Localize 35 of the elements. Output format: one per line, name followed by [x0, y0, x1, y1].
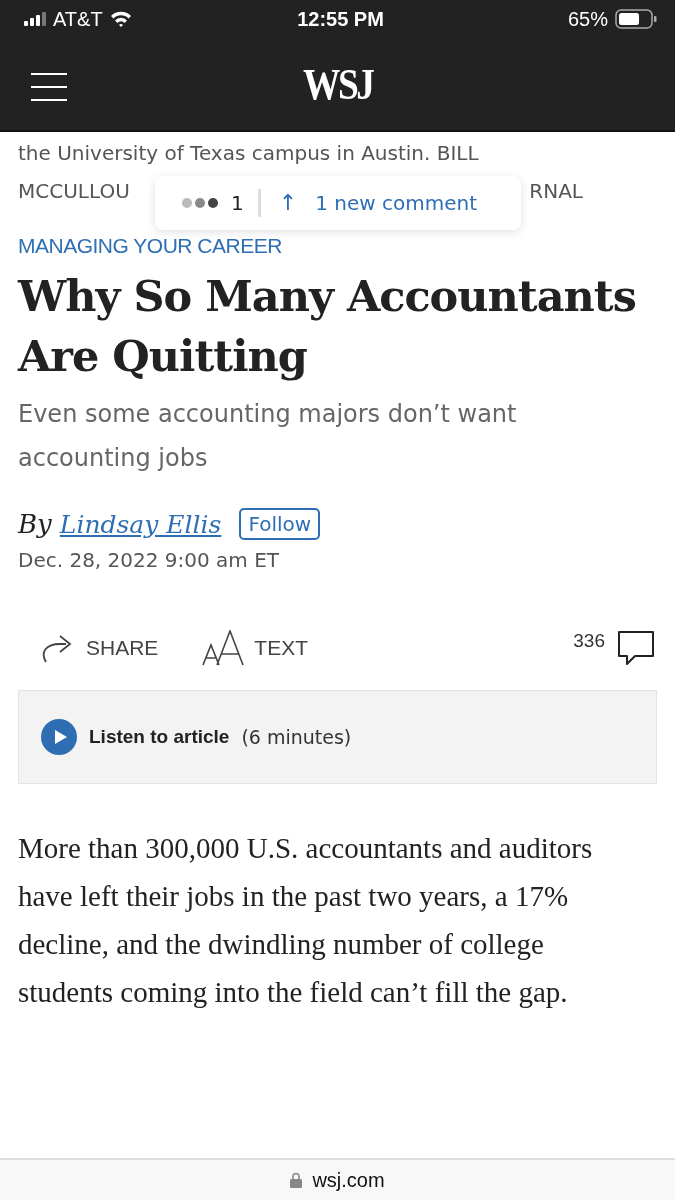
wifi-icon [109, 11, 132, 27]
clock: 12:55 PM [297, 7, 384, 31]
headline: Why So Many Accountants Are Quitting [18, 270, 637, 383]
up-arrow: ↑ [278, 189, 298, 217]
byline-prefix: By [18, 509, 52, 539]
text-size-button[interactable]: TEXT [254, 636, 309, 660]
battery-icon [615, 9, 657, 29]
menu-icon[interactable] [30, 72, 68, 102]
author-link[interactable]: Lindsay Ellis [59, 509, 222, 539]
comment-count: 1 [231, 190, 244, 217]
play-icon[interactable] [41, 719, 77, 755]
new-comment-label: 1 new comment [315, 190, 477, 217]
photo-caption: MCCULLOU [18, 178, 130, 205]
photo-caption: the University of Texas campus in Austin. BILL [18, 140, 480, 167]
photo-caption: RNAL [529, 178, 583, 205]
text-size-icon[interactable] [202, 630, 245, 666]
comment-icon[interactable] [617, 630, 655, 666]
carrier: AT&T [53, 7, 103, 31]
category-link[interactable]: MANAGING YOUR CAREER [18, 234, 657, 258]
follow-button[interactable]: Follow [239, 508, 321, 540]
subheadline: Even some accounting majors don’t want accounting jobs [18, 399, 518, 474]
battery-percent: 65% [567, 7, 608, 31]
audio-player[interactable]: Listen to article (6 minutes) [18, 690, 657, 784]
new-comment-toast[interactable]: 1 ↑ 1 new comment [155, 176, 521, 230]
dots-icon [181, 197, 219, 209]
logo[interactable]: WSJ [302, 58, 373, 110]
lock-icon [290, 1172, 303, 1188]
audio-duration: (6 minutes) [241, 726, 352, 748]
article-paragraph: More than 300,000 U.S. accountants and auditors have left their jobs in the past two years, a 17% decline, and the dwindling number of college students coming into the field can’t fill the gap. [18, 831, 594, 1010]
publish-date: Dec. 28, 2022 9:00 am ET [18, 548, 281, 572]
signal-icon [24, 12, 46, 26]
listen-label: Listen to article [89, 726, 230, 748]
share-button[interactable]: SHARE [86, 636, 159, 660]
url[interactable]: wsj.com [312, 1168, 385, 1192]
comment-count[interactable]: 336 [573, 630, 605, 652]
